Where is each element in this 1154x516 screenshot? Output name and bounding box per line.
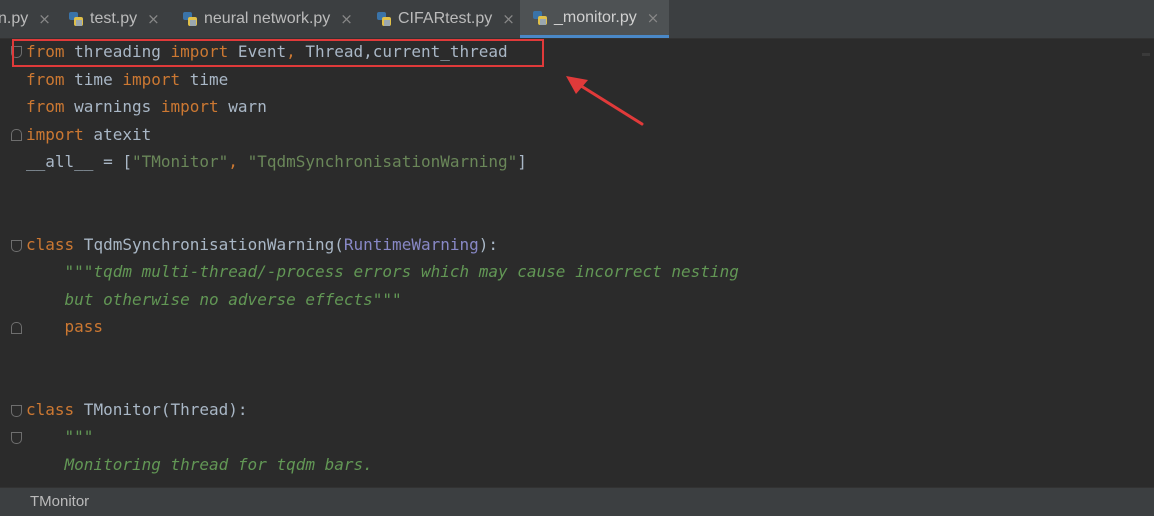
tab-label: test.py — [90, 10, 138, 27]
tab-monitor-py[interactable]: _monitor.py × — [520, 0, 670, 38]
breadcrumb-bar: TMonitor — [0, 487, 1154, 516]
fold-marker-icon[interactable] — [11, 405, 22, 417]
close-icon[interactable]: × — [38, 10, 51, 28]
annotation-arrow-icon — [566, 76, 644, 126]
python-file-icon — [376, 11, 392, 27]
close-icon[interactable]: × — [502, 10, 515, 28]
tab-label: neural network.py — [204, 10, 331, 27]
python-file-icon — [182, 11, 198, 27]
code-line-16: Monitoring thread for tqdm bars. — [26, 455, 373, 474]
tab-label: CIFARtest.py — [398, 10, 493, 27]
editor-tab-bar: n.py × test.py × neural network.py × CIF… — [0, 0, 1154, 39]
code-line-4: import atexit — [26, 125, 152, 144]
tab-cifartest-py[interactable]: CIFARtest.py × — [376, 0, 515, 38]
fold-marker-icon[interactable] — [11, 432, 22, 444]
fold-marker-icon[interactable] — [11, 322, 22, 334]
code-line-2: from time import time — [26, 70, 229, 89]
code-editor[interactable]: from threading import Event, Thread,curr… — [0, 39, 1154, 487]
python-file-icon — [532, 10, 548, 26]
breadcrumb-item[interactable]: TMonitor — [30, 493, 89, 510]
close-icon[interactable]: × — [147, 10, 160, 28]
tab-n-py[interactable]: n.py × — [0, 0, 51, 38]
code-line-5: __all__ = ["TMonitor", "TqdmSynchronisat… — [26, 152, 527, 171]
scroll-marker — [1142, 53, 1150, 56]
code-line-10: but otherwise no adverse effects""" — [26, 290, 402, 309]
close-icon[interactable]: × — [340, 10, 353, 28]
code-line-9: """tqdm multi-thread/-process errors whi… — [26, 262, 739, 281]
fold-marker-icon[interactable] — [11, 129, 22, 141]
code-line-3: from warnings import warn — [26, 97, 267, 116]
gutter — [0, 39, 24, 487]
close-icon[interactable]: × — [647, 9, 660, 27]
tab-neural-network-py[interactable]: neural network.py × — [182, 0, 353, 38]
code-line-14: class TMonitor(Thread): — [26, 400, 248, 419]
code-line-8: class TqdmSynchronisationWarning(Runtime… — [26, 235, 499, 254]
fold-marker-icon[interactable] — [11, 240, 22, 252]
code-line-15: """ — [26, 427, 94, 446]
tab-label: n.py — [0, 10, 29, 27]
python-file-icon — [68, 11, 84, 27]
annotation-highlight-box — [12, 39, 544, 67]
code-line-11: pass — [26, 317, 104, 336]
tab-label: _monitor.py — [554, 8, 637, 26]
tab-test-py[interactable]: test.py × — [68, 0, 160, 38]
